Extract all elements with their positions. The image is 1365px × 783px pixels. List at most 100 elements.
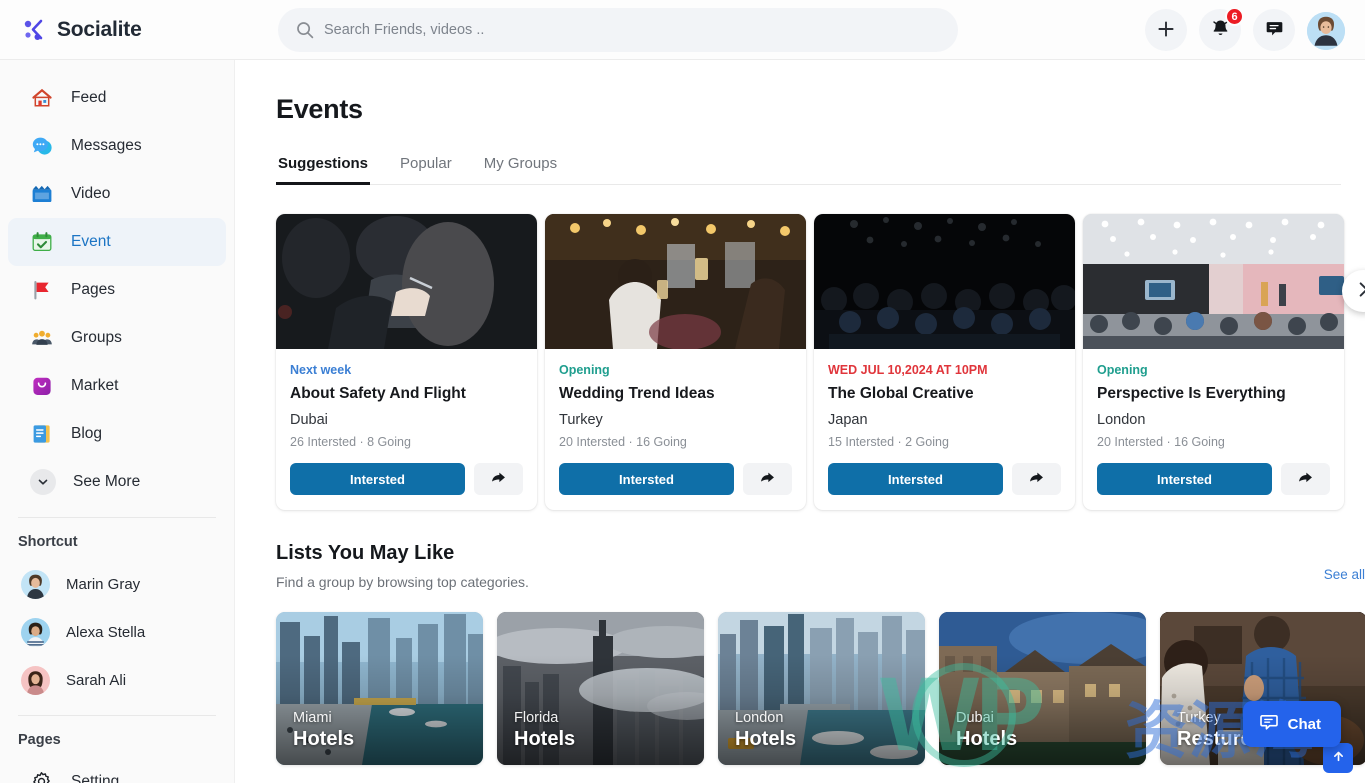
sidebar-item-label: Event xyxy=(71,233,111,251)
event-when: Next week xyxy=(290,363,523,377)
share-button[interactable] xyxy=(1281,463,1330,495)
category-tile[interactable]: Miami Hotels xyxy=(276,612,483,765)
sidebar-item-pages[interactable]: Pages xyxy=(8,266,226,314)
shortcut-item-label: Sarah Ali xyxy=(66,672,126,689)
sidebar-item-label: Setting xyxy=(71,773,119,783)
lists-subtitle: Find a group by browsing top categories. xyxy=(276,574,529,590)
event-image xyxy=(276,214,537,349)
message-icon xyxy=(30,134,54,158)
sidebar: Feed Messages xyxy=(0,60,235,783)
messenger-button[interactable] xyxy=(1253,9,1295,51)
app-root: Socialite xyxy=(0,0,1365,783)
event-card[interactable]: Next week About Safety And Flight Dubai … xyxy=(276,214,537,510)
share-arrow-icon xyxy=(1028,469,1045,489)
shortcut-item-label: Marin Gray xyxy=(66,576,140,593)
tab-suggestions[interactable]: Suggestions xyxy=(276,155,370,184)
sidebar-item-market[interactable]: Market xyxy=(8,362,226,410)
home-icon xyxy=(30,86,54,110)
event-place: Turkey xyxy=(559,412,792,428)
calendar-icon xyxy=(30,230,54,254)
event-meta: 15 Intersted · 2 Going xyxy=(828,435,1061,449)
shortcut-section-title: Shortcut xyxy=(0,528,234,560)
event-meta: 26 Intersted · 8 Going xyxy=(290,435,523,449)
tile-label: Florida Hotels xyxy=(514,709,575,752)
event-place: Japan xyxy=(828,412,1061,428)
sidebar-item-see-more[interactable]: See More xyxy=(8,458,226,506)
event-place: London xyxy=(1097,412,1330,428)
shortcut-item-alexa-stella[interactable]: Alexa Stella xyxy=(0,608,234,656)
avatar xyxy=(21,618,50,647)
interested-button[interactable]: Intersted xyxy=(1097,463,1272,495)
event-when: WED JUL 10,2024 AT 10PM xyxy=(828,363,1061,377)
sidebar-divider xyxy=(18,715,216,716)
sidebar-item-setting[interactable]: Setting xyxy=(8,758,226,783)
shortcut-item-sarah-ali[interactable]: Sarah Ali xyxy=(0,656,234,704)
event-when: Opening xyxy=(1097,363,1330,377)
chat-bubble-icon xyxy=(1264,18,1285,42)
sidebar-item-messages[interactable]: Messages xyxy=(8,122,226,170)
event-card[interactable]: WED JUL 10,2024 AT 10PM The Global Creat… xyxy=(814,214,1075,510)
flag-icon xyxy=(30,278,54,302)
event-card[interactable]: Opening Wedding Trend Ideas Turkey 20 In… xyxy=(545,214,806,510)
interested-button[interactable]: Intersted xyxy=(559,463,734,495)
event-card[interactable]: Opening Perspective Is Everything London… xyxy=(1083,214,1344,510)
search-bar[interactable] xyxy=(278,8,958,52)
sidebar-item-blog[interactable]: Blog xyxy=(8,410,226,458)
event-title: Wedding Trend Ideas xyxy=(559,385,792,403)
notification-badge: 6 xyxy=(1225,7,1244,26)
category-tile[interactable]: Florida Hotels xyxy=(497,612,704,765)
tab-popular[interactable]: Popular xyxy=(398,155,454,184)
sidebar-item-label: Pages xyxy=(71,281,115,299)
page-title: Events xyxy=(276,94,1365,125)
search-input[interactable] xyxy=(324,22,940,38)
main-content: Events Suggestions Popular My Groups xyxy=(235,60,1365,783)
socialite-logo-icon xyxy=(22,17,48,43)
notifications-button[interactable]: 6 xyxy=(1199,9,1241,51)
share-arrow-icon xyxy=(1297,469,1314,489)
user-avatar xyxy=(1307,12,1345,50)
sidebar-item-event[interactable]: Event xyxy=(8,218,226,266)
tile-label: Dubai Hotels xyxy=(956,709,1017,752)
see-all-link[interactable]: See all xyxy=(1324,567,1365,582)
category-tile[interactable]: Dubai Hotels xyxy=(939,612,1146,765)
search-icon xyxy=(296,21,314,39)
event-meta: 20 Intersted · 16 Going xyxy=(559,435,792,449)
lists-heading-group: Lists You May Like Find a group by brows… xyxy=(276,542,529,590)
share-arrow-icon xyxy=(490,469,507,489)
sidebar-item-label: Blog xyxy=(71,425,102,443)
chevron-down-icon xyxy=(30,469,56,495)
sidebar-item-video[interactable]: Video xyxy=(8,170,226,218)
tile-city: London xyxy=(735,709,796,727)
avatar[interactable] xyxy=(1307,12,1345,50)
share-button[interactable] xyxy=(743,463,792,495)
sidebar-item-label: Groups xyxy=(71,329,122,347)
events-tabs: Suggestions Popular My Groups xyxy=(276,155,1341,185)
scroll-to-top-button[interactable] xyxy=(1323,743,1353,773)
tile-city: Dubai xyxy=(956,709,1017,727)
add-button[interactable] xyxy=(1145,9,1187,51)
sidebar-item-label: Feed xyxy=(71,89,106,107)
interested-button[interactable]: Intersted xyxy=(828,463,1003,495)
chat-widget-button[interactable]: Chat xyxy=(1243,701,1341,747)
event-actions: Intersted xyxy=(1097,463,1330,495)
chat-bubble-icon xyxy=(1259,712,1279,736)
interested-button[interactable]: Intersted xyxy=(290,463,465,495)
tile-category: Hotels xyxy=(514,727,575,752)
event-actions: Intersted xyxy=(290,463,523,495)
sidebar-item-groups[interactable]: Groups xyxy=(8,314,226,362)
tab-my-groups[interactable]: My Groups xyxy=(482,155,559,184)
tile-city: Florida xyxy=(514,709,575,727)
shortcut-item-label: Alexa Stella xyxy=(66,624,145,641)
share-button[interactable] xyxy=(1012,463,1061,495)
sidebar-item-feed[interactable]: Feed xyxy=(8,74,226,122)
shortcut-item-marin-gray[interactable]: Marin Gray xyxy=(0,560,234,608)
share-button[interactable] xyxy=(474,463,523,495)
brand-name: Socialite xyxy=(57,18,142,42)
event-card-body: Next week About Safety And Flight Dubai … xyxy=(276,349,537,510)
top-navigation-bar: Socialite xyxy=(0,0,1365,60)
chat-widget-label: Chat xyxy=(1288,716,1321,733)
brand-logo[interactable]: Socialite xyxy=(0,0,235,60)
category-tile[interactable]: London Hotels xyxy=(718,612,925,765)
event-card-body: Opening Perspective Is Everything London… xyxy=(1083,349,1344,510)
event-actions: Intersted xyxy=(559,463,792,495)
